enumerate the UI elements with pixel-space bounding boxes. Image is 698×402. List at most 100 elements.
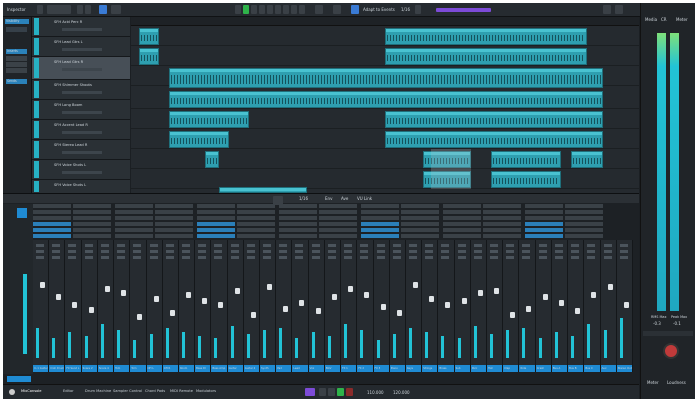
locator-range-bar[interactable] <box>436 8 491 12</box>
channel-fader[interactable] <box>185 292 191 298</box>
channel-name-bar[interactable]: Room <box>178 365 195 372</box>
audio-event[interactable] <box>205 151 219 168</box>
channel-button[interactable] <box>246 256 255 259</box>
channel-strip[interactable]: Room <box>178 240 196 372</box>
tool-mute-icon[interactable] <box>283 5 289 14</box>
channel-strip[interactable]: Aux <box>600 240 617 372</box>
channel-name-bar[interactable]: Piano <box>389 365 405 372</box>
track-lane[interactable] <box>131 46 639 66</box>
left-zone-item[interactable] <box>6 56 27 61</box>
tool-erase-icon[interactable] <box>267 5 273 14</box>
channel-button[interactable] <box>392 256 401 259</box>
channel-button[interactable] <box>52 250 61 253</box>
channel-button[interactable] <box>133 244 142 247</box>
channel-name-bar[interactable]: OH L <box>146 365 162 372</box>
channel-button[interactable] <box>441 244 450 247</box>
left-zone-item[interactable] <box>6 27 27 32</box>
track-lane[interactable] <box>131 66 639 88</box>
channel-button[interactable] <box>554 256 563 259</box>
channel-strip[interactable]: Snare 4 <box>97 240 115 372</box>
channel-button[interactable] <box>181 250 190 253</box>
channel-button[interactable] <box>603 256 612 259</box>
channel-button[interactable] <box>344 256 353 259</box>
channel-fader[interactable] <box>412 282 418 288</box>
track-header[interactable]: SFH Shimmer Shoots <box>32 80 130 100</box>
settings-gear-icon[interactable] <box>9 389 15 395</box>
audio-event[interactable] <box>139 48 159 65</box>
channel-button[interactable] <box>506 250 515 253</box>
tab-mixconsole[interactable]: MixConsole <box>21 389 42 393</box>
channel-name-bar[interactable]: Snare 2 <box>81 365 97 372</box>
channel-fader[interactable] <box>510 312 516 318</box>
channel-button[interactable] <box>473 256 482 259</box>
channel-button[interactable] <box>327 256 336 259</box>
track-lane[interactable] <box>131 169 639 189</box>
tab-chord-pads[interactable]: Chord Pads <box>145 389 165 393</box>
channel-name-bar[interactable]: Ride <box>519 365 535 372</box>
channel-strip[interactable]: FX 1 <box>341 240 358 372</box>
transport-position[interactable]: 110.000 <box>367 390 384 395</box>
channel-name-bar[interactable]: OH R <box>162 365 178 372</box>
channel-button[interactable] <box>344 244 353 247</box>
channel-button[interactable] <box>538 256 547 259</box>
channel-button[interactable] <box>457 256 466 259</box>
channel-icon[interactable] <box>17 208 27 218</box>
channel-fader[interactable] <box>104 286 110 292</box>
settings-button[interactable] <box>615 5 623 14</box>
track-header[interactable]: SFH Lead Gtrs L <box>32 37 130 57</box>
channel-name-bar[interactable]: Pad <box>276 365 292 372</box>
track-header-selected[interactable]: SFH Lead Gtrs R <box>32 57 130 80</box>
channel-fader[interactable] <box>591 292 597 298</box>
channel-button[interactable] <box>360 244 369 247</box>
quantize-select[interactable]: 1/16 <box>401 7 410 12</box>
channel-strip[interactable]: Tom <box>130 240 147 372</box>
channel-button[interactable] <box>587 256 596 259</box>
snap-mode-select[interactable]: Adapt to Events <box>363 7 395 12</box>
channel-button[interactable] <box>603 244 612 247</box>
channel-strip[interactable]: Synth <box>260 240 277 372</box>
auto-scroll-button[interactable] <box>111 5 121 14</box>
audio-event[interactable] <box>571 151 603 168</box>
tool-object-icon[interactable] <box>235 5 241 14</box>
channel-button[interactable] <box>311 256 320 259</box>
channel-button[interactable] <box>165 250 174 253</box>
channel-button[interactable] <box>376 256 385 259</box>
channel-fader[interactable] <box>250 312 256 318</box>
channel-button[interactable] <box>538 250 547 253</box>
tab-midi-remote[interactable]: MIDI Remote <box>170 389 193 393</box>
track-lane[interactable] <box>131 26 639 46</box>
track-lane[interactable] <box>131 89 639 109</box>
channel-strip[interactable]: Strings <box>422 240 439 372</box>
audio-event[interactable] <box>385 131 603 148</box>
channel-strip[interactable]: Lead <box>292 240 309 372</box>
channel-button[interactable] <box>68 256 77 259</box>
channel-fader[interactable] <box>121 290 127 296</box>
right-zone-tab[interactable]: CR <box>661 17 667 22</box>
channel-button[interactable] <box>619 250 628 253</box>
channel-name-bar[interactable]: Keys <box>405 365 422 372</box>
undo-button[interactable] <box>77 5 83 14</box>
channel-strip[interactable]: Perc <box>470 240 488 372</box>
channel-button[interactable] <box>408 244 417 247</box>
channel-button[interactable] <box>68 250 77 253</box>
audio-event[interactable] <box>169 131 229 148</box>
channel-fader[interactable] <box>364 292 370 298</box>
channel-button[interactable] <box>425 244 434 247</box>
channel-name-bar[interactable]: FX Send L <box>65 365 81 372</box>
channel-button[interactable] <box>100 250 109 253</box>
track-header[interactable]: SFH Long Boom <box>32 100 130 120</box>
channel-button[interactable] <box>311 244 320 247</box>
project-button[interactable] <box>47 5 71 14</box>
channel-strip[interactable]: Crsh Drums <box>49 240 66 372</box>
channel-strip[interactable]: Keys <box>405 240 423 372</box>
channel-fader[interactable] <box>218 302 224 308</box>
audio-event[interactable] <box>491 151 561 168</box>
channel-button[interactable] <box>149 244 158 247</box>
tool-split-icon[interactable] <box>251 5 257 14</box>
transport-tempo[interactable]: 120.000 <box>393 390 410 395</box>
left-zone-item[interactable] <box>6 68 27 73</box>
channel-button[interactable] <box>327 250 336 253</box>
channel-button[interactable] <box>457 244 466 247</box>
tool-glue-icon[interactable] <box>259 5 265 14</box>
channel-button[interactable] <box>165 256 174 259</box>
